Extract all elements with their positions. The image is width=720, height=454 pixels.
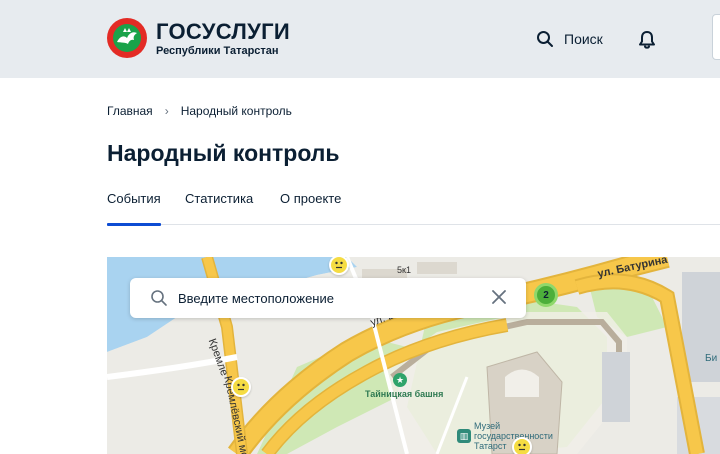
site-header: ГОСУСЛУГИ Республики Татарстан Поиск (0, 0, 720, 78)
search-icon (537, 31, 553, 47)
tab-about[interactable]: О проекте (280, 191, 341, 225)
museum-label-line1: Музей (474, 421, 501, 431)
location-search-input[interactable] (178, 290, 478, 306)
breadcrumb: Главная › Народный контроль (107, 104, 292, 118)
brand-title[interactable]: ГОСУСЛУГИ (156, 19, 290, 45)
brand-subtitle: Республики Татарстан (156, 45, 279, 57)
map-label-tower: Тайницкая башня (365, 389, 444, 399)
location-search-box (130, 278, 526, 318)
tab-events[interactable]: События (107, 191, 161, 226)
header-search-button[interactable]: Поиск (536, 28, 603, 50)
page-title: Народный контроль (107, 140, 340, 166)
tab-statistics[interactable]: Статистика (185, 191, 253, 225)
breadcrumb-current: Народный контроль (180, 104, 292, 118)
chevron-right-icon: › (164, 104, 169, 118)
breadcrumb-home-link[interactable]: Главная (107, 104, 153, 118)
search-icon (151, 290, 167, 306)
tabs: События Статистика О проекте (107, 191, 720, 226)
map-label-edge: Би (705, 353, 718, 364)
star-icon[interactable]: ★ (393, 373, 407, 387)
museum-icon[interactable]: ▥ (457, 429, 471, 443)
tatarstan-logo-icon[interactable] (107, 18, 147, 58)
bell-icon[interactable] (637, 30, 657, 50)
close-icon[interactable] (492, 290, 506, 304)
marker-smiley-icon[interactable] (231, 377, 251, 397)
map-cluster-marker[interactable]: 2 (534, 283, 558, 307)
marker-smiley-icon[interactable] (512, 437, 532, 454)
search-label: Поиск (564, 31, 603, 47)
profile-button[interactable] (712, 14, 720, 60)
map-label-building: 5к1 (397, 265, 411, 275)
